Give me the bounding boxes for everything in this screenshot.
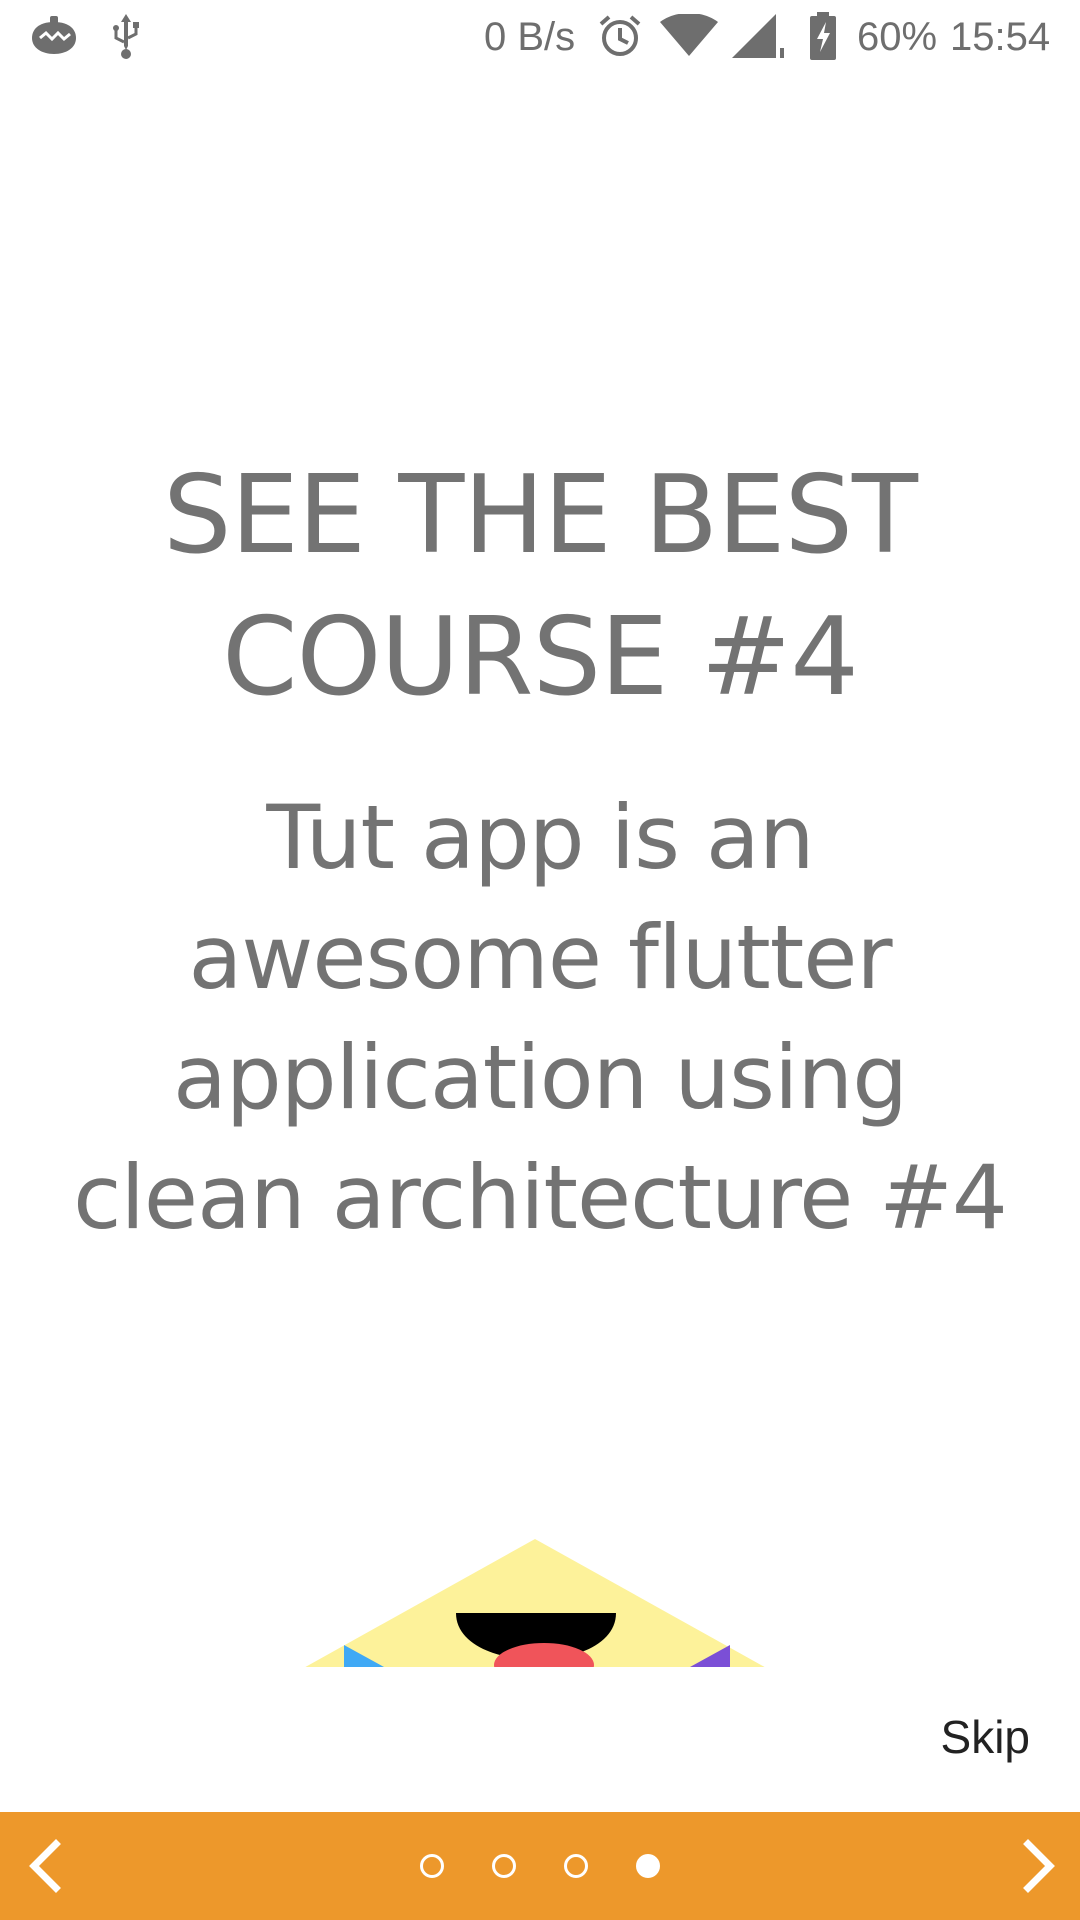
clock-time: 15:54 <box>950 15 1051 59</box>
onboarding-subtitle: Tut app is an awesome flutter applicatio… <box>20 778 1060 1258</box>
pager-bar <box>0 1812 1080 1920</box>
subtitle-line: Tut app is an <box>266 786 814 889</box>
wifi-icon <box>660 14 718 56</box>
subtitle-line: clean architecture #4 <box>73 1146 1008 1249</box>
onboarding-title: SEE THE BEST COURSE #4 <box>60 445 1020 729</box>
network-speed: 0 B/s <box>484 15 576 59</box>
usb-icon <box>113 14 139 59</box>
page-dot-active[interactable] <box>636 1854 660 1878</box>
onboarding-illustration <box>305 1539 765 1667</box>
skip-button[interactable]: Skip <box>941 1710 1030 1764</box>
page-dot[interactable] <box>492 1854 516 1878</box>
chevron-right-icon[interactable] <box>1008 1836 1068 1896</box>
page-indicator <box>0 1812 1080 1920</box>
cell-signal-icon <box>732 14 784 58</box>
notification-app-icon <box>32 16 76 54</box>
battery-charging-icon <box>810 12 836 60</box>
title-line: COURSE #4 <box>222 595 859 720</box>
status-bar: 0 B/s 60% 15:54 <box>0 0 1080 74</box>
onboarding-screen: 0 B/s 60% 15:54 SEE THE BEST COURSE #4 T… <box>0 0 1080 1920</box>
page-dot[interactable] <box>420 1854 444 1878</box>
subtitle-line: awesome flutter <box>188 906 892 1009</box>
battery-percent: 60% <box>857 15 938 59</box>
title-line: SEE THE BEST <box>163 453 918 578</box>
alarm-icon <box>599 15 641 56</box>
page-dot[interactable] <box>564 1854 588 1878</box>
subtitle-line: application using <box>172 1026 908 1129</box>
